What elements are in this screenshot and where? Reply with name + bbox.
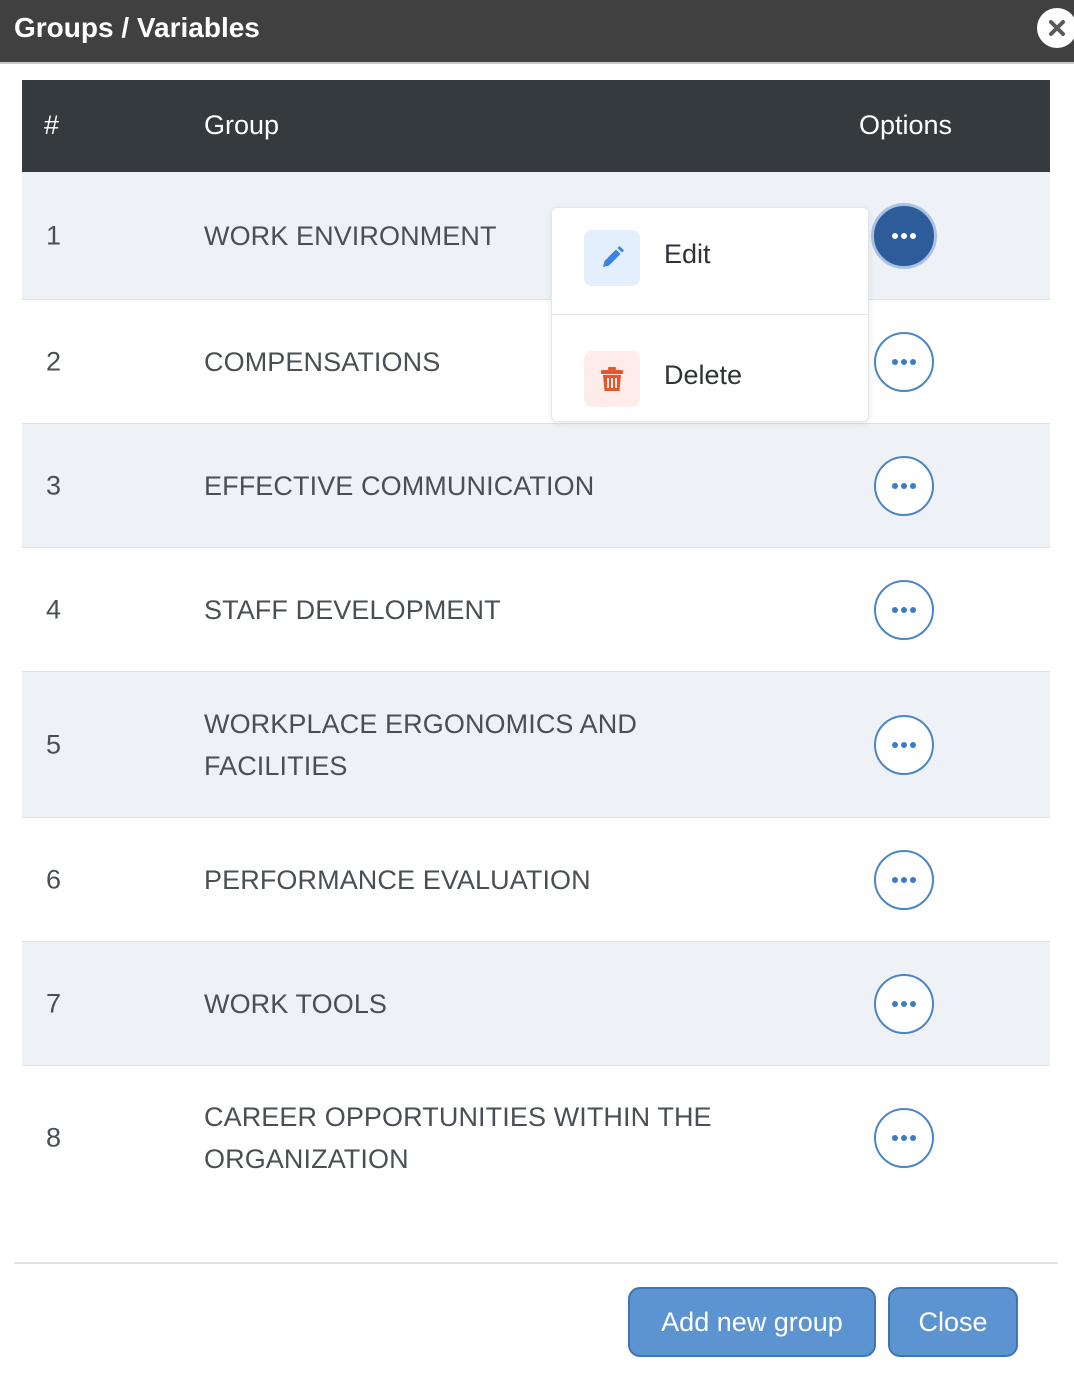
close-button[interactable]: Close [888,1287,1018,1357]
more-icon [892,876,916,883]
row-options-button[interactable] [874,714,934,775]
table-row: 7 WORK TOOLS [22,942,1050,1066]
more-icon [892,741,916,748]
row-options-button[interactable] [874,205,934,266]
more-icon [892,1135,916,1141]
row-number: 4 [46,594,62,624]
row-number: 2 [46,346,62,376]
table-row: 6 PERFORMANCE EVALUATION [22,818,1050,942]
groups-table: # Group Options 1 WORK ENVIRONMENT 2 COM… [22,80,1050,1210]
table-row: 5 WORKPLACE ERGONOMICS AND FACILITIES [22,672,1050,818]
menu-item-delete[interactable]: Delete [552,315,868,421]
row-number: 8 [46,1122,62,1153]
row-options-button[interactable] [874,973,934,1034]
more-icon [892,606,916,613]
more-icon [892,358,916,365]
row-group-name: CAREER OPPORTUNITIES WITHIN THE ORGANIZA… [204,1102,712,1174]
close-icon [1049,20,1065,36]
row-number: 5 [46,729,62,759]
header-group: Group [204,110,280,140]
row-options-button[interactable] [874,331,934,392]
trash-icon [601,367,623,391]
dialog-close-button[interactable] [1037,8,1074,48]
more-icon [892,1000,916,1007]
table-row: 4 STAFF DEVELOPMENT [22,548,1050,672]
more-icon [892,482,916,489]
table-row: 2 COMPENSATIONS [22,300,1050,424]
header-number: # [44,110,60,140]
delete-icon-badge [584,351,640,407]
table-row: 3 EFFECTIVE COMMUNICATION [22,424,1050,548]
menu-item-label: Edit [664,239,711,269]
row-number: 1 [46,220,62,250]
row-number: 6 [46,864,62,894]
row-group-name: PERFORMANCE EVALUATION [204,864,591,895]
row-options-dropdown: Edit Delete [551,207,869,422]
table-header: # Group Options [22,80,1050,172]
row-group-name: WORK TOOLS [204,988,388,1019]
header-options: Options [859,110,953,140]
pencil-icon [603,246,624,267]
table-row: 1 WORK ENVIRONMENT [22,172,1050,300]
row-options-button[interactable] [874,1108,934,1168]
edit-icon-badge [584,230,640,286]
row-group-name: STAFF DEVELOPMENT [204,594,501,625]
dialog-title: Groups / Variables [14,12,260,43]
footer-divider [14,1262,1058,1264]
add-new-group-button[interactable]: Add new group [628,1287,876,1357]
menu-item-label: Delete [664,360,743,390]
more-icon [892,232,916,239]
menu-item-edit[interactable]: Edit [552,208,868,315]
table-row: 8 CAREER OPPORTUNITIES WITHIN THE ORGANI… [22,1066,1050,1210]
row-options-button[interactable] [874,455,934,516]
row-options-button[interactable] [874,849,934,910]
row-group-name: WORKPLACE ERGONOMICS AND FACILITIES [204,708,637,781]
row-number: 7 [46,988,62,1018]
row-group-name: EFFECTIVE COMMUNICATION [204,470,595,501]
dialog-titlebar: Groups / Variables [0,0,1074,64]
row-number: 3 [46,470,62,500]
row-options-button[interactable] [874,579,934,640]
